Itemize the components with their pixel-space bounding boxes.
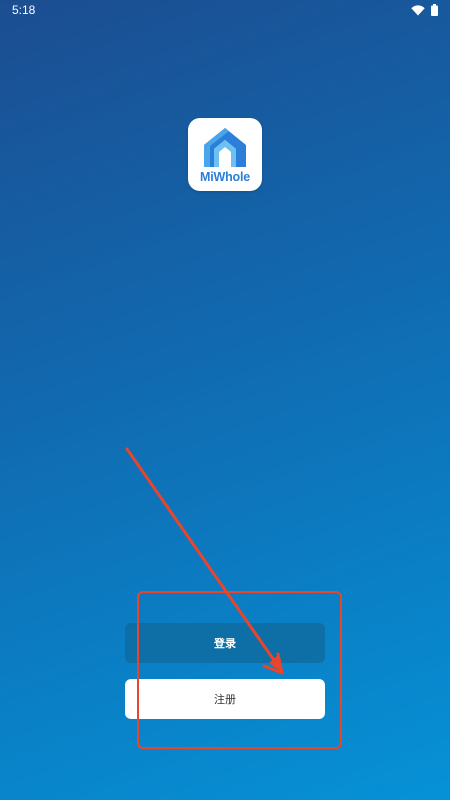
- status-bar: 5:18: [0, 0, 450, 22]
- app-logo: MiWhole: [188, 118, 262, 191]
- logo-text: MiWhole: [200, 170, 250, 184]
- battery-icon: [431, 4, 438, 16]
- wifi-icon: [411, 4, 425, 15]
- annotation-box: [137, 591, 342, 749]
- status-time: 5:18: [12, 3, 36, 17]
- house-icon: [204, 128, 246, 167]
- status-icons: [411, 4, 438, 16]
- login-button[interactable]: 登录: [125, 623, 325, 663]
- register-button[interactable]: 注册: [125, 679, 325, 719]
